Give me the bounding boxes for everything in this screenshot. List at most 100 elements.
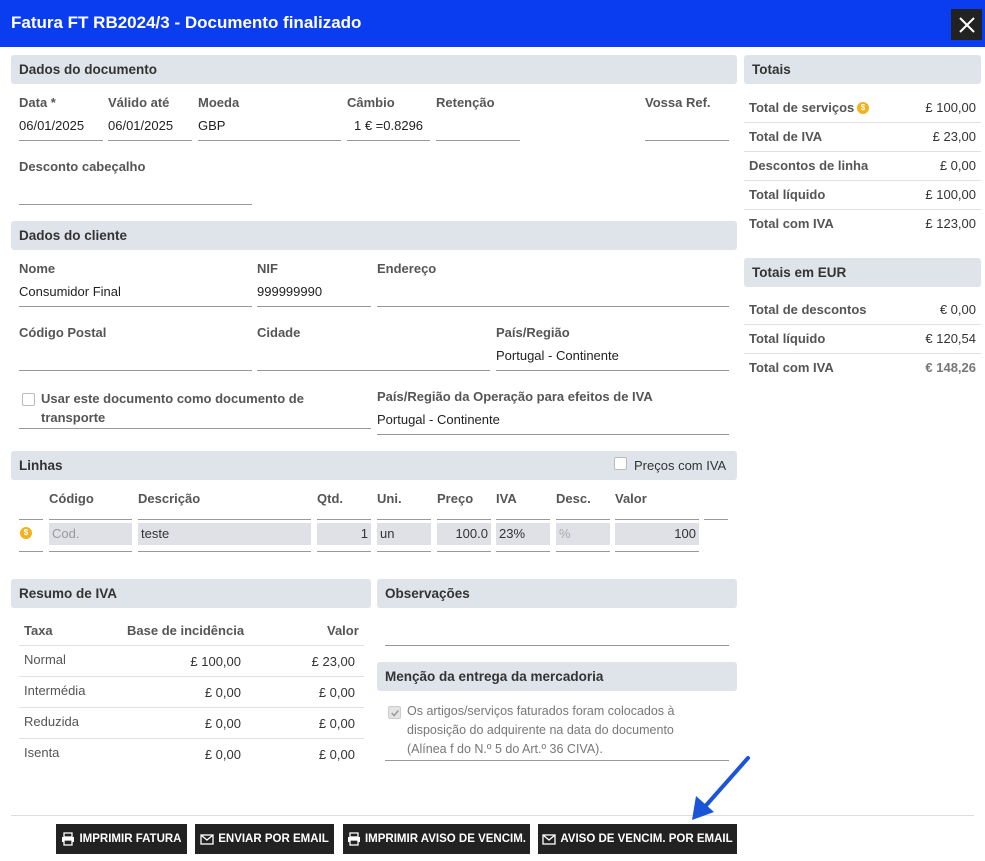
vat-row-taxa: Normal [24,652,66,667]
total-iva-value: £ 23,00 [932,129,976,144]
desconto-label: Desconto cabeçalho [19,159,146,174]
nif-field[interactable]: 999999990 [257,284,322,299]
total-servicos-value: £ 100,00 [925,100,976,115]
col-preco: Preço [437,491,474,506]
row-underline-5 [377,551,431,552]
valido-field[interactable]: 06/01/2025 [108,118,173,133]
nome-field[interactable]: Consumidor Final [19,284,121,299]
moeda-field[interactable]: GBP [198,118,225,133]
retencao-underline [436,140,520,141]
row-underline-9 [615,551,699,552]
nome-label: Nome [19,261,56,276]
cidade-underline [257,370,490,371]
imprimir-fatura-button[interactable]: IMPRIMIR FATURA [56,824,187,854]
envelope-icon [542,834,556,845]
observacoes-underline [385,645,729,646]
aviso-email-label: AVISO DE VENCIM. POR EMAIL [560,833,733,845]
precos-iva-checkbox[interactable] [614,457,627,470]
imprimir-fatura-label: IMPRIMIR FATURA [79,833,182,845]
col-iva: IVA [496,491,517,506]
vat-row-valor: £ 0,00 [318,685,355,700]
section-mencao-entrega: Menção da entrega da mercadoria [377,662,737,691]
hdr-underline-6 [437,519,491,520]
section-totais-eur: Totais em EUR [744,258,981,287]
tot-line-3 [744,209,981,210]
line-codigo-field[interactable]: Cod. [49,523,132,545]
total-com-iva-value: £ 123,00 [925,216,976,231]
hdr-underline-7 [496,519,550,520]
transporte-label: Usar este documento como documento de tr… [41,391,304,425]
annotation-arrow-icon [692,756,750,820]
vat-col-taxa: Taxa [24,623,53,638]
envelope-icon [200,834,214,845]
line-preco-field[interactable]: 100.0 [437,523,491,545]
eur-line-1 [744,353,981,354]
check-icon [390,709,399,717]
vat-row-valor: £ 0,00 [318,716,355,731]
vat-row-taxa: Isenta [24,745,60,760]
moeda-label: Moeda [198,95,240,110]
title-bar: Fatura FT RB2024/3 - Documento finalizad… [0,0,985,47]
row-underline-8 [556,551,610,552]
hdr-underline-3 [138,519,311,520]
enviar-email-button[interactable]: ENVIAR POR EMAIL [195,824,334,854]
line-qtd-field[interactable]: 1 [317,523,371,545]
vat-row-base: £ 0,00 [204,685,241,700]
total-com-iva-label: Total com IVA [749,216,834,231]
entrega-checkbox[interactable] [388,706,401,719]
vat-row-taxa: Reduzida [24,714,79,729]
vat-line-2 [19,707,364,708]
eur-total-liquido-value: € 120,54 [925,331,976,346]
close-icon [958,16,975,33]
entrega-underline [385,760,729,761]
valido-label: Válido até [108,95,170,110]
vat-line-0 [19,645,364,646]
total-liquido-value: £ 100,00 [925,187,976,202]
printer-icon [347,832,360,846]
section-dados-cliente: Dados do cliente [11,221,737,250]
line-uni-field[interactable]: un [377,523,431,545]
pais-iva-field[interactable]: Portugal - Continente [377,412,500,427]
col-uni: Uni. [377,491,402,506]
eur-total-descontos-value: € 0,00 [939,302,976,317]
line-descricao-field[interactable]: teste [138,523,311,545]
vat-col-valor: Valor [327,623,359,638]
window-title: Fatura FT RB2024/3 - Documento finalizad… [11,13,362,32]
row-underline-6 [437,551,491,552]
service-coin-icon: $ [857,102,869,114]
hdr-underline-10 [704,519,728,520]
descontos-linha-label: Descontos de linha [749,158,869,173]
hdr-underline-1 [19,519,43,520]
pais-iva-label: País/Região da Operação para efeitos de … [377,389,653,404]
section-totais: Totais [744,55,981,84]
col-qtd: Qtd. [317,491,343,506]
vat-row-taxa: Intermédia [24,683,86,698]
codigo-postal-underline [19,370,252,371]
line-valor-field[interactable]: 100 [615,523,699,545]
cambio-underline [347,140,430,141]
eur-total-descontos-label: Total de descontos [749,302,867,317]
vat-row-valor: £ 23,00 [311,654,355,669]
retencao-label: Retenção [436,95,495,110]
pais-iva-underline [377,434,729,435]
aviso-email-button[interactable]: AVISO DE VENCIM. POR EMAIL [538,824,737,854]
line-iva-field[interactable]: 23% [496,523,550,545]
printer-icon [62,832,75,846]
service-coin-icon: $ [20,527,32,539]
transporte-checkbox[interactable] [22,393,35,406]
vat-line-3 [19,738,364,739]
col-descricao: Descrição [138,491,201,506]
entrega-text: Os artigos/serviços faturados foram colo… [407,704,675,756]
line-desc-field[interactable]: % [556,523,610,545]
section-dados-documento: Dados do documento [11,55,737,84]
imprimir-aviso-button[interactable]: IMPRIMIR AVISO DE VENCIM. [343,824,530,854]
close-button[interactable] [951,9,982,40]
cambio-field[interactable]: 1 € =0.8296 [354,118,423,133]
eur-total-liquido-label: Total líquido [749,331,826,346]
vat-row-base: £ 100,00 [190,654,241,669]
pais-field[interactable]: Portugal - Continente [496,348,619,363]
vat-row-valor: £ 0,00 [318,747,355,762]
row-underline-1 [19,551,43,552]
row-underline-7 [496,551,550,552]
data-field[interactable]: 06/01/2025 [19,118,84,133]
